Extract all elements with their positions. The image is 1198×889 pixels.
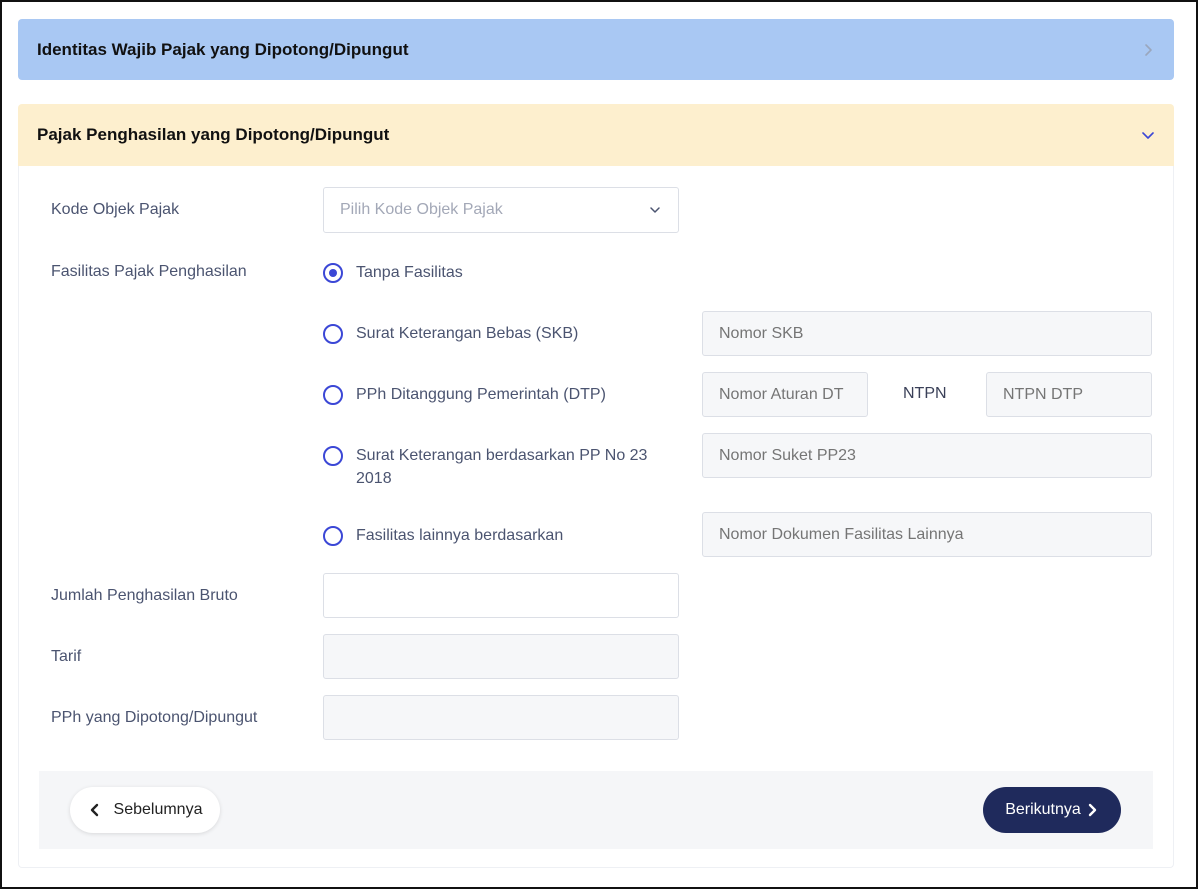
radio-label: Surat Keterangan Bebas (SKB): [356, 325, 579, 342]
bruto-input[interactable]: [323, 573, 679, 618]
section-title-identity: Identitas Wajib Pajak yang Dipotong/Dipu…: [37, 39, 409, 59]
radio-button[interactable]: [323, 446, 343, 466]
nomor-dokumen-fasilitas-input[interactable]: [702, 512, 1152, 557]
chevron-right-icon: [1088, 803, 1096, 817]
radio-fasilitas-lainnya[interactable]: Fasilitas lainnya berdasarkan: [323, 526, 563, 547]
radio-tanpa-fasilitas[interactable]: Tanpa Fasilitas: [323, 263, 463, 284]
nomor-skb-input[interactable]: [702, 311, 1152, 356]
section-header-identity[interactable]: Identitas Wajib Pajak yang Dipotong/Dipu…: [18, 19, 1174, 80]
chevron-left-icon: [90, 803, 98, 817]
nomor-suket-pp23-input[interactable]: [702, 433, 1152, 478]
radio-button[interactable]: [323, 324, 343, 344]
next-button[interactable]: Berikutnya: [983, 787, 1121, 833]
chevron-right-icon: [1145, 43, 1152, 56]
radio-button[interactable]: [323, 385, 343, 405]
pph-label: PPh yang Dipotong/Dipungut: [51, 709, 258, 726]
radio-dot: [329, 269, 337, 277]
kode-objek-label: Kode Objek Pajak: [51, 201, 180, 218]
radio-label: Tanpa Fasilitas: [356, 264, 463, 281]
pph-input: [323, 695, 679, 740]
ntpn-label: NTPN: [903, 385, 947, 402]
radio-button-checked[interactable]: [323, 263, 343, 283]
kode-objek-placeholder: Pilih Kode Objek Pajak: [340, 201, 503, 218]
tarif-input: [323, 634, 679, 679]
previous-button-label: Sebelumnya: [113, 801, 203, 818]
tarif-label: Tarif: [51, 648, 82, 665]
radio-button[interactable]: [323, 526, 343, 546]
radio-label: Fasilitas lainnya berdasarkan: [356, 527, 564, 544]
kode-objek-select[interactable]: Pilih Kode Objek Pajak: [323, 187, 679, 233]
nomor-aturan-dtp-input[interactable]: [702, 372, 868, 417]
radio-skb[interactable]: Surat Keterangan Bebas (SKB): [323, 324, 578, 345]
previous-button[interactable]: Sebelumnya: [70, 787, 220, 833]
radio-label: PPh Ditanggung Pemerintah (DTP): [356, 386, 606, 403]
next-button-label: Berikutnya: [1005, 801, 1081, 818]
section-header-income-tax[interactable]: Pajak Penghasilan yang Dipotong/Dipungut: [18, 104, 1174, 166]
radio-label: Surat Keterangan berdasarkan PP No 23 20…: [356, 447, 648, 487]
chevron-down-icon: [650, 207, 660, 213]
section-title-income-tax: Pajak Penghasilan yang Dipotong/Dipungut: [37, 125, 390, 144]
bruto-label: Jumlah Penghasilan Bruto: [51, 587, 238, 604]
ntpn-dtp-input[interactable]: [986, 372, 1152, 417]
chevron-down-icon: [1142, 132, 1154, 139]
radio-pp23[interactable]: Surat Keterangan berdasarkan PP No 23 20…: [323, 446, 673, 490]
radio-dtp[interactable]: PPh Ditanggung Pemerintah (DTP): [323, 385, 606, 406]
fasilitas-label: Fasilitas Pajak Penghasilan: [51, 263, 247, 280]
page-frame: Identitas Wajib Pajak yang Dipotong/Dipu…: [0, 0, 1198, 889]
